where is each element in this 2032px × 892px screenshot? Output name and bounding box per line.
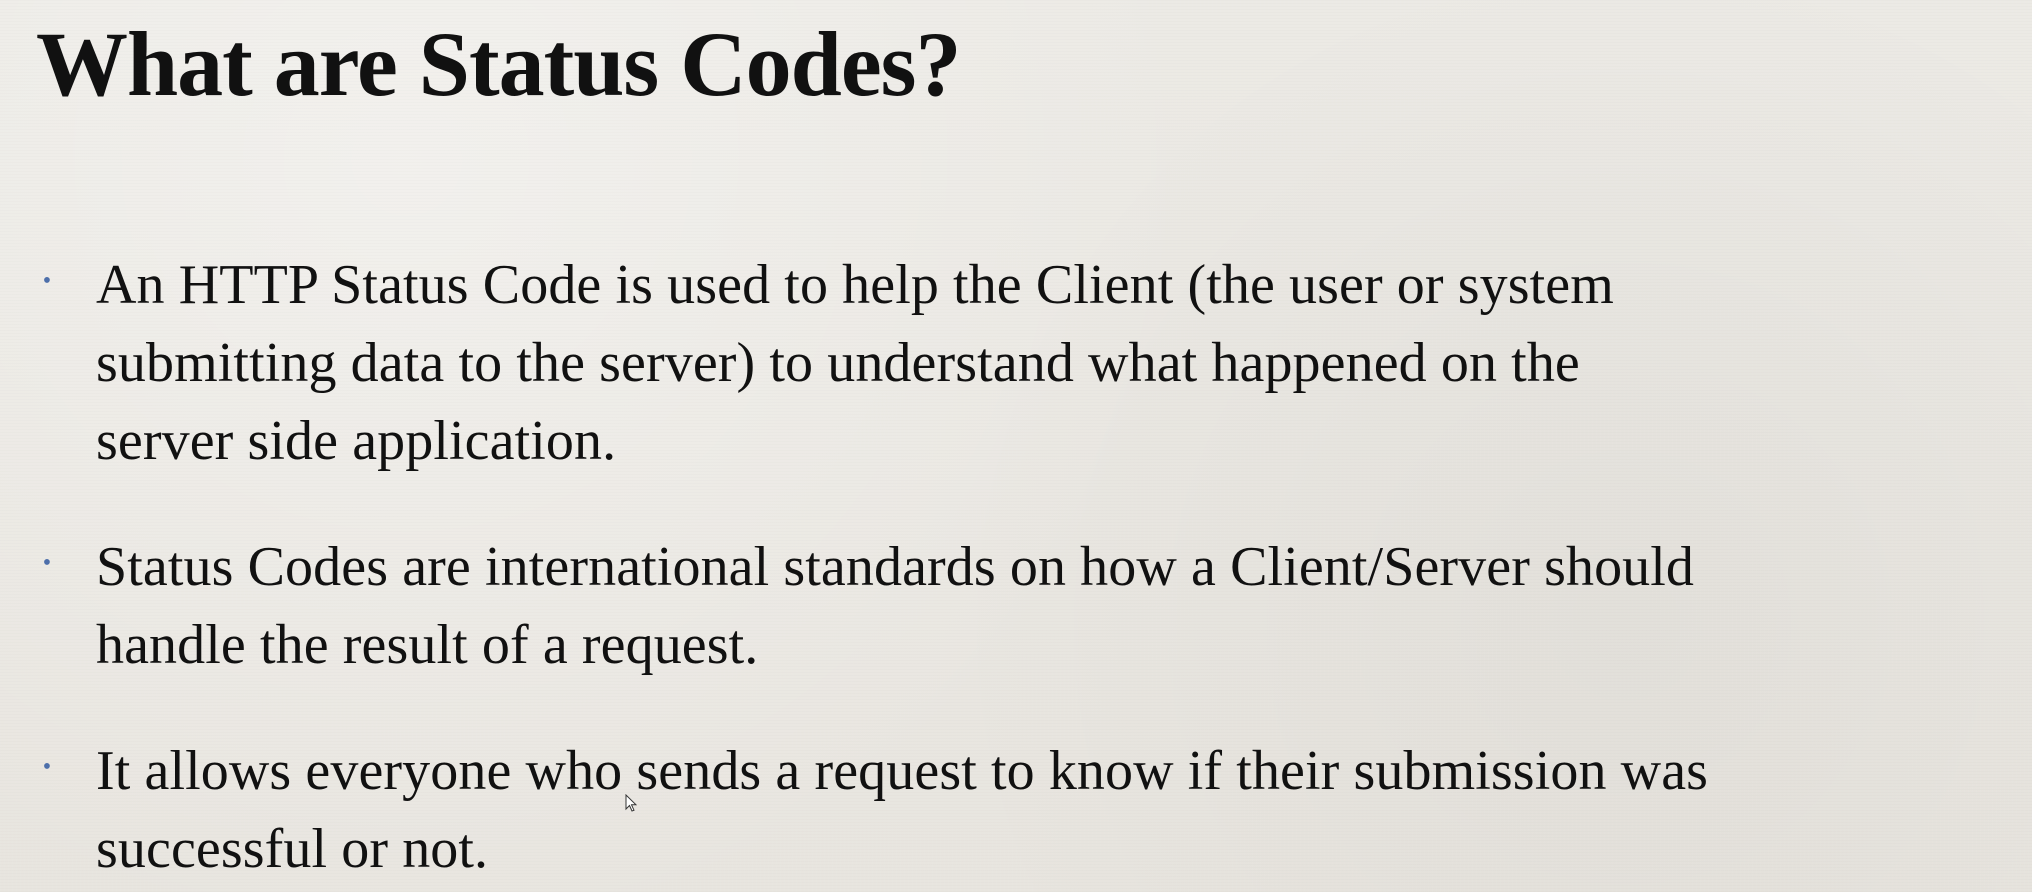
bullet-icon: • [42,754,52,780]
mouse-cursor-icon [625,794,637,812]
bullet-text: Status Codes are international standards… [96,528,1964,684]
bullet-line: It allows everyone who sends a request t… [96,740,1709,802]
bullet-text: It allows everyone who sends a request t… [96,732,1964,888]
bullet-item: • Status Codes are international standar… [34,528,1964,684]
slide-title: What are Status Codes? [36,13,961,115]
bullet-line: handle the result of a request. [96,614,759,676]
presentation-slide: What are Status Codes? • An HTTP Status … [0,0,2032,892]
bullet-line: successful or not. [96,818,489,880]
bullet-list: • An HTTP Status Code is used to help th… [34,246,1964,888]
bullet-text: An HTTP Status Code is used to help the … [96,246,1964,480]
bullet-item: • It allows everyone who sends a request… [34,732,1964,888]
bullet-icon: • [42,268,52,294]
bullet-item: • An HTTP Status Code is used to help th… [34,246,1964,480]
bullet-icon: • [42,550,52,576]
bullet-line: An HTTP Status Code is used to help the … [96,254,1614,316]
bullet-line: server side application. [96,410,617,472]
bullet-line: Status Codes are international standards… [96,536,1695,598]
bullet-line: submitting data to the server) to unders… [96,332,1580,394]
